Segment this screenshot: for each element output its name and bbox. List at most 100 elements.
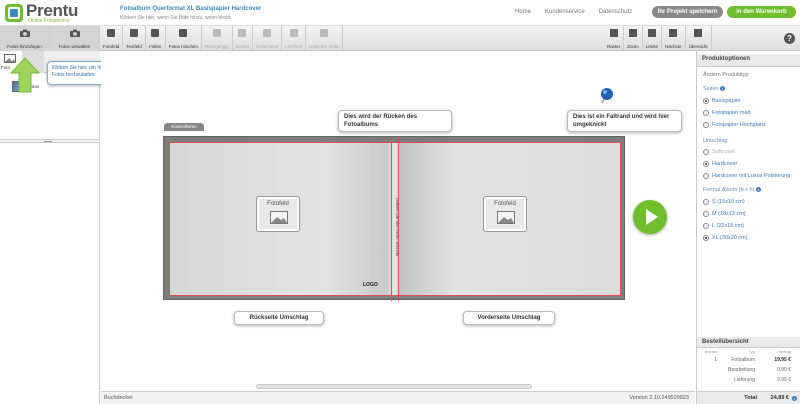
cover-option-0: Softcover [703,149,735,155]
toolbar-photo-group: Fotos hinzufügen Fotos verwalten [0,26,100,51]
save-project-button[interactable]: Ihr Projekt speichern [652,6,723,18]
radio-button[interactable] [703,199,709,205]
view-button-0[interactable]: Raster [604,26,625,51]
radio-button[interactable] [703,110,709,116]
view-button-label: Letzte [645,44,659,49]
toolbar-button-7[interactable]: Löschen [282,26,307,51]
view-button-label: Übersicht [688,44,708,49]
toolbar-button-3[interactable]: Fotos mischen [166,26,203,51]
view-tool-icon [609,29,618,37]
toolbar-button-5[interactable]: Erneut [233,26,254,51]
photo-field-front[interactable]: Fotofeld [483,196,527,232]
project-title[interactable]: Fotoalbum Querformat XL Basispapier Hard… [120,6,261,12]
radio-button [703,149,709,155]
toolbar-button-0[interactable]: Fotofeld [100,26,124,51]
format-option-2[interactable]: L (22x15 cm) [703,223,744,229]
toolbar-button-1[interactable]: Textfeld [123,26,146,51]
toolbar-tool-icon [238,29,247,37]
manage-photos-button[interactable]: Fotos verwalten [50,26,100,51]
radio-button[interactable] [703,122,709,128]
toolbar-button-4[interactable]: Rückgängig [202,26,233,51]
change-product-type-link[interactable]: Ändern Produkttyp [703,72,749,78]
nav-home-link[interactable]: Home [515,9,531,15]
version-label: Version 2.10.249529823 [629,395,689,401]
cover-option-2[interactable]: Hardcover mit Luxus Polsterung [703,173,790,179]
back-cover-page[interactable]: Fotofeld LOGO [169,142,391,296]
nav-kundenservice-link[interactable]: Kundenservice [545,9,585,15]
controls-tab[interactable]: Kontrollieren [164,123,204,131]
cover-option-1[interactable]: Hardcover [703,161,737,167]
order-cell-amount: 3,95 € [777,377,791,383]
format-option-1[interactable]: M (18x13 cm) [703,211,746,217]
pages-option-0[interactable]: Basispapier [703,98,741,104]
photo-field-back[interactable]: Fotofeld [256,196,300,232]
cover-section-label: Umschlag [703,138,728,144]
info-icon[interactable]: i [755,187,761,192]
order-cell-amount: 0,99 € [777,367,791,373]
toolbar-view-group: Raster Zoom Letzte Nächste Übersicht [604,26,712,51]
add-to-cart-button[interactable]: in den Warenkorb [727,6,796,18]
toolbar-button-2[interactable]: Füllen [146,26,166,51]
product-options-title: Produktoptionen [697,54,800,67]
project-hint: Klicken Sie hier, wenn Sie Bitte hinzu, … [120,15,232,21]
format-option-0[interactable]: S (15x10 cm) [703,199,745,205]
horizontal-scrollbar[interactable] [256,384,532,389]
toolbar-button-label: Erneut [235,44,250,49]
radio-button[interactable] [703,98,709,104]
editor-canvas[interactable]: Kontrollieren Fotofeld LOGO Fotofeld Geb… [101,51,695,389]
format-option-3[interactable]: XL (30x20 cm) [703,235,748,241]
logo-placeholder[interactable]: LOGO [363,282,385,294]
order-row: Bearbeitung 0,99 € [699,365,799,375]
pages-section-label: Seiten i [703,86,726,92]
front-cover-page[interactable]: Fotofeld [399,142,621,296]
order-summary-title: Bestellübersicht [697,337,800,348]
radio-button[interactable] [703,223,709,229]
view-tool-icon [629,29,638,37]
nav-datenschutz-link[interactable]: Datenschutz [599,9,632,15]
radio-button[interactable] [703,161,709,167]
panel-splitter[interactable] [0,139,100,143]
toolbar-button-8[interactable]: Kopieren Seite [306,26,343,51]
option-label: XL (30x20 cm) [712,235,748,241]
view-button-1[interactable]: Zoom [624,26,643,51]
toolbar-button-label: Extra Seite [256,44,279,49]
option-label: Hardcover mit Luxus Polsterung [712,173,791,179]
radio-button[interactable] [703,173,709,179]
toolbar-button-label: Fotofeld [103,44,120,49]
toolbar-tool-icon [130,29,139,37]
help-icon[interactable]: ? [784,33,795,44]
add-photos-button[interactable]: Fotos hinzufügen [0,26,50,51]
order-table-header: Anzahl Typ Betrag [704,349,791,354]
toolbar-edit-group: Fotofeld Textfeld Füllen Fotos mischen Rückg… [100,26,343,51]
option-label: S (15x10 cm) [712,199,745,205]
view-button-3[interactable]: Nächste [662,26,686,51]
prentu-logo-icon[interactable] [4,3,24,23]
toolbar-tool-icon [319,29,328,37]
radio-button[interactable] [703,211,709,217]
order-cell-type: Fotoalbum [731,357,755,363]
option-label: Fotopapier Hochglanz [712,122,766,128]
option-label: L (22x15 cm) [712,223,744,229]
pages-option-2[interactable]: Fotopapier Hochglanz [703,122,766,128]
info-icon[interactable]: i [720,86,726,91]
splitter-grip[interactable] [44,141,52,142]
option-label: Basispapier [712,98,741,104]
pages-option-1[interactable]: Fotopapier matt [703,110,751,116]
top-nav: Home Kundenservice Datenschutz [515,9,632,15]
radio-button[interactable] [703,235,709,241]
toolbar-button-6[interactable]: Extra Seite [253,26,283,51]
order-cell-type: Lieferung [734,377,755,383]
next-page-play-button[interactable] [633,200,667,234]
logo-subtitle: Online Fotoservice [28,18,70,24]
manage-photos-label: Fotos verwalten [58,44,91,49]
view-button-2[interactable]: Letzte [643,26,663,51]
back-cover-callout: Rückseite Umschlag [234,311,324,325]
album-cover-spread[interactable]: Fotofeld LOGO Fotofeld Geben Sie hier Ih… [163,136,625,301]
toolbar-button-label: Fotos mischen [168,44,199,49]
order-row: Lieferung 3,95 € [699,375,799,385]
photo-field-label: Fotofeld [267,201,289,207]
toolbar-button-label: Rückgängig [205,44,229,49]
option-label: M (18x13 cm) [712,211,746,217]
info-icon[interactable]: i [792,395,797,401]
view-button-4[interactable]: Übersicht [686,26,712,51]
